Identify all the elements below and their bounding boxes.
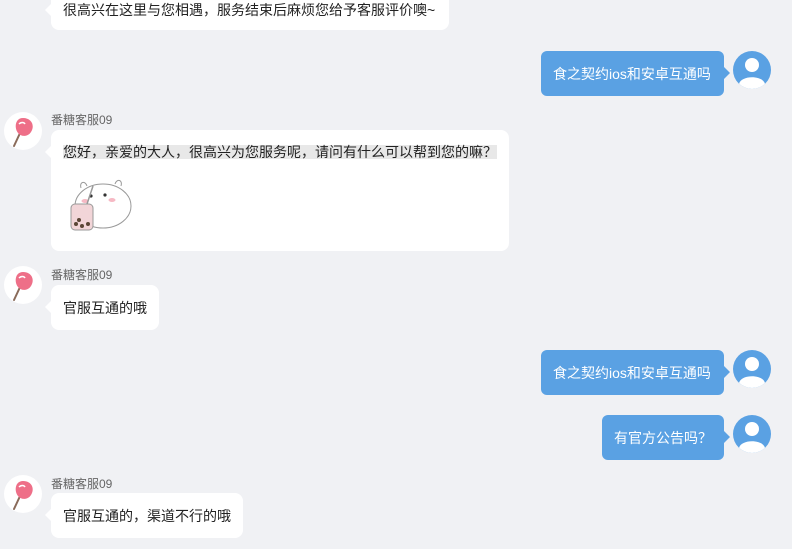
message-text: 官服互通的，渠道不行的哦 [63, 508, 231, 524]
candy-icon [13, 118, 33, 147]
agent-message-bubble: 官服互通的，渠道不行的哦 [45, 493, 243, 538]
agent-name: 番糖客服09 [51, 113, 113, 127]
agent-message-bubble: 很高兴在这里与您相遇，服务结束后麻烦您给予客服评价噢~ [45, 0, 449, 30]
message-text: 食之契约ios和安卓互通吗 [553, 65, 711, 82]
user-avatar [733, 350, 771, 388]
user-avatar [733, 415, 771, 453]
agent-avatar [4, 112, 42, 150]
user-message-bubble: 食之契约ios和安卓互通吗 [541, 51, 730, 96]
message-text: 食之契约ios和安卓互通吗 [553, 364, 711, 381]
agent-name: 番糖客服09 [51, 477, 113, 491]
agent-avatar [4, 266, 42, 304]
user-silhouette-icon [739, 58, 765, 89]
agent-avatar [4, 475, 42, 513]
candy-icon [13, 481, 33, 510]
message-text: 很高兴在这里与您相遇，服务结束后麻烦您给予客服评价噢~ [63, 2, 436, 18]
message-text: 官服互通的哦 [63, 300, 147, 316]
agent-name: 番糖客服09 [51, 268, 113, 282]
user-silhouette-icon [739, 357, 765, 388]
user-avatar [733, 51, 771, 89]
message-text: 有官方公告吗？ [614, 429, 712, 446]
user-silhouette-icon [739, 422, 765, 453]
agent-message-bubble: 官服互通的哦 [45, 285, 159, 330]
user-message-bubble: 有官方公告吗？ [602, 415, 730, 460]
agent-message-bubble: 您好，亲爱的大人，很高兴为您服务呢，请问有什么可以帮到您的嘛？ [45, 130, 509, 251]
hamster-bubble-tea-sticker [70, 179, 132, 231]
candy-icon [13, 272, 33, 301]
message-text: 您好，亲爱的大人，很高兴为您服务呢，请问有什么可以帮到您的嘛？ [63, 144, 497, 160]
user-message-bubble: 食之契约ios和安卓互通吗 [541, 350, 730, 395]
